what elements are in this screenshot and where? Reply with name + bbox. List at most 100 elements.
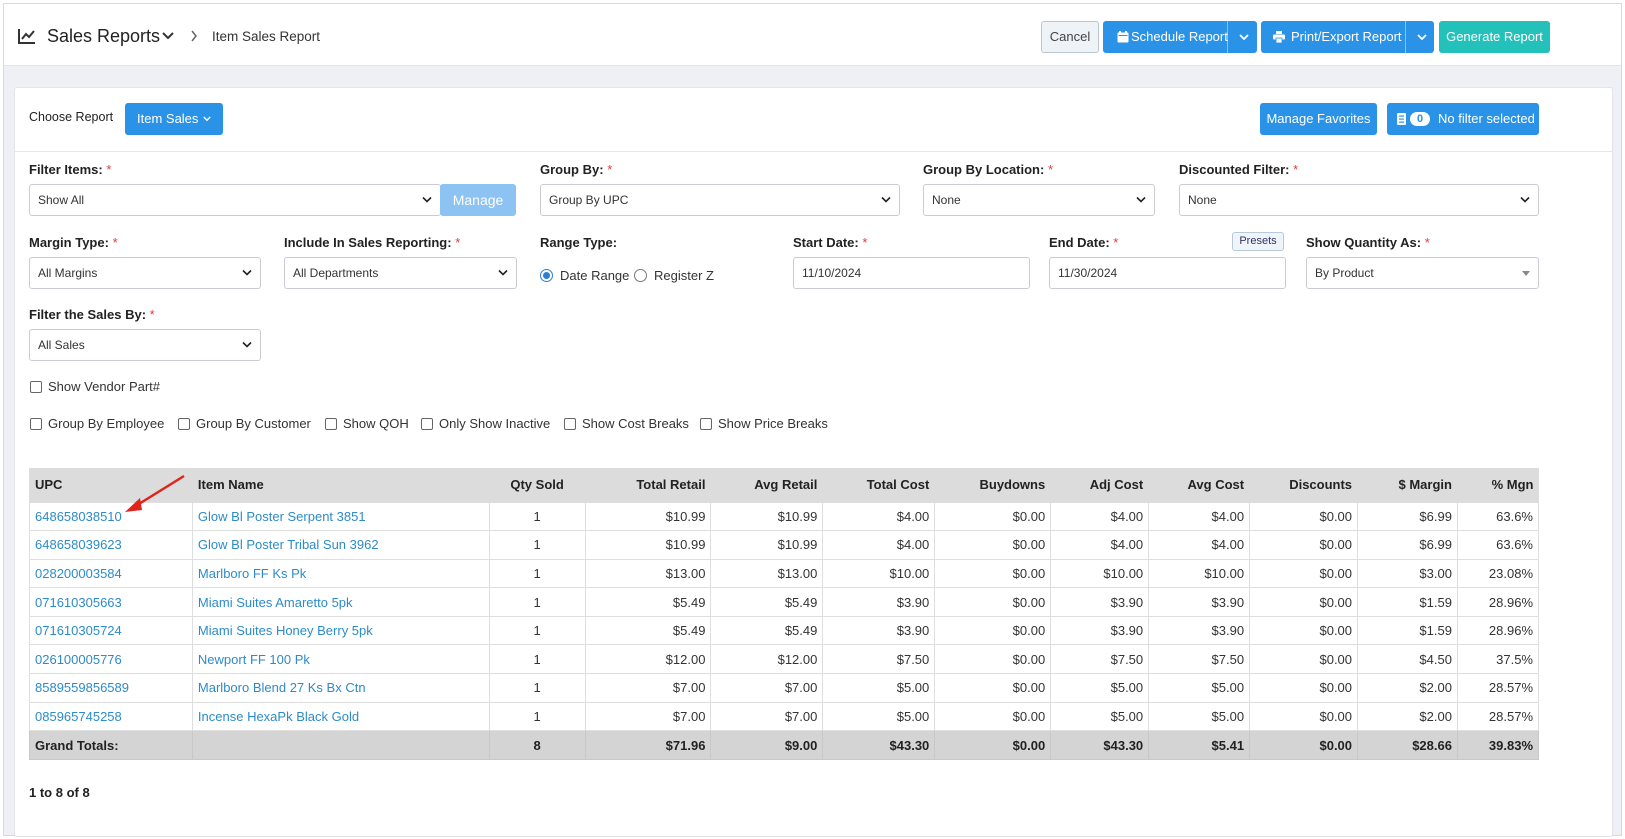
- column-header[interactable]: Avg Retail: [710, 468, 823, 502]
- group-by-select[interactable]: Group By UPC: [540, 184, 900, 216]
- upc-link[interactable]: 085965745258: [35, 709, 122, 724]
- range-type-label: Range Type:: [540, 235, 618, 250]
- filter-status-button[interactable]: 0 No filter selected: [1387, 103, 1539, 135]
- page-title[interactable]: Sales Reports: [47, 26, 160, 47]
- item-name-link[interactable]: Miami Suites Honey Berry 5pk: [198, 623, 373, 638]
- report-select-button[interactable]: Item Sales: [125, 103, 223, 135]
- column-header[interactable]: Qty Sold: [488, 468, 586, 502]
- vendor-part-label[interactable]: Show Vendor Part#: [48, 379, 160, 394]
- item-name-cell[interactable]: Glow Bl Poster Serpent 3851: [191, 501, 490, 532]
- only-inactive-checkbox[interactable]: [421, 418, 433, 430]
- table-cell: $0.00: [1249, 530, 1359, 560]
- chevron-down-icon[interactable]: [162, 31, 174, 41]
- filter-items-select[interactable]: Show All: [29, 184, 441, 216]
- print-export-button[interactable]: Print/Export Report: [1261, 21, 1434, 53]
- column-header[interactable]: Total Retail: [584, 468, 711, 502]
- table-cell: $10.99: [710, 501, 824, 532]
- only-inactive-label[interactable]: Only Show Inactive: [439, 416, 550, 431]
- upc-link[interactable]: 071610305724: [35, 623, 122, 638]
- presets-button[interactable]: Presets: [1232, 232, 1284, 251]
- show-quantity-select[interactable]: By Product: [1306, 257, 1539, 289]
- register-z-label[interactable]: Register Z: [654, 268, 714, 283]
- end-date-input[interactable]: 11/30/2024: [1049, 257, 1286, 289]
- group-by-location-select[interactable]: None: [923, 184, 1155, 216]
- upc-link[interactable]: 028200003584: [35, 566, 122, 581]
- group-by-employee-label[interactable]: Group By Employee: [48, 416, 164, 431]
- table-row[interactable]: 648658039623 Glow Bl Poster Tribal Sun 39…: [29, 530, 1540, 560]
- item-name-cell[interactable]: Glow Bl Poster Tribal Sun 3962: [191, 530, 490, 560]
- cost-breaks-checkbox[interactable]: [564, 418, 576, 430]
- totals-cell: Grand Totals:: [29, 730, 193, 760]
- item-name-link[interactable]: Glow Bl Poster Tribal Sun 3962: [198, 537, 379, 552]
- item-name-cell[interactable]: Miami Suites Honey Berry 5pk: [191, 615, 490, 646]
- group-by-customer-label[interactable]: Group By Customer: [196, 416, 311, 431]
- group-by-customer-checkbox[interactable]: [178, 418, 190, 430]
- date-range-label[interactable]: Date Range: [560, 268, 629, 283]
- table-cell: $12.00: [584, 644, 712, 675]
- cost-breaks-label[interactable]: Show Cost Breaks: [582, 416, 689, 431]
- group-by-employee-checkbox[interactable]: [30, 418, 42, 430]
- schedule-report-button[interactable]: Schedule Report: [1103, 21, 1257, 53]
- upc-link[interactable]: 648658038510: [35, 509, 122, 524]
- upc-cell[interactable]: 8589559856589: [29, 673, 193, 703]
- upc-link[interactable]: 648658039623: [35, 537, 122, 552]
- column-header[interactable]: Buydowns: [934, 468, 1051, 502]
- upc-cell[interactable]: 085965745258: [29, 701, 193, 732]
- breadcrumb-current: Item Sales Report: [212, 29, 321, 44]
- table-row[interactable]: 085965745258 Incense HexaPk Black Gold 1 $7…: [29, 701, 1540, 732]
- table-row[interactable]: 8589559856589 Marlboro Blend 27 Ks Bx Ctn…: [29, 673, 1540, 703]
- register-z-radio[interactable]: [634, 269, 647, 282]
- upc-link[interactable]: 071610305663: [35, 595, 122, 610]
- column-header[interactable]: % Mgn: [1456, 468, 1539, 502]
- item-name-cell[interactable]: Newport FF 100 Pk: [191, 644, 490, 675]
- upc-link[interactable]: 8589559856589: [35, 680, 129, 695]
- discounted-filter-select[interactable]: None: [1179, 184, 1539, 216]
- item-name-link[interactable]: Newport FF 100 Pk: [198, 652, 310, 667]
- table-row[interactable]: 028200003584 Marlboro FF Ks Pk 1 $13.00 $13.…: [29, 558, 1540, 589]
- upc-cell[interactable]: 028200003584: [29, 558, 193, 589]
- upc-link[interactable]: 026100005776: [35, 652, 122, 667]
- upc-cell[interactable]: 071610305724: [29, 615, 193, 646]
- manage-favorites-button[interactable]: Manage Favorites: [1260, 103, 1377, 135]
- upc-cell[interactable]: 071610305663: [29, 587, 193, 617]
- vendor-part-checkbox[interactable]: [30, 381, 42, 393]
- item-name-link[interactable]: Incense HexaPk Black Gold: [198, 709, 359, 724]
- start-date-input[interactable]: 11/10/2024: [793, 257, 1030, 289]
- item-name-link[interactable]: Miami Suites Amaretto 5pk: [198, 595, 353, 610]
- include-in-sales-select[interactable]: All Departments: [284, 257, 517, 289]
- column-header[interactable]: Total Cost: [822, 468, 935, 502]
- item-name-cell[interactable]: Incense HexaPk Black Gold: [191, 701, 490, 732]
- table-row[interactable]: 071610305663 Miami Suites Amaretto 5pk 1 $5…: [29, 587, 1540, 617]
- column-header[interactable]: Discounts: [1249, 468, 1358, 502]
- margin-type-select[interactable]: All Margins: [29, 257, 261, 289]
- item-name-link[interactable]: Glow Bl Poster Serpent 3851: [198, 509, 366, 524]
- chevron-down-icon[interactable]: [1239, 34, 1249, 41]
- column-header[interactable]: Adj Cost: [1050, 468, 1149, 502]
- item-name-cell[interactable]: Marlboro Blend 27 Ks Bx Ctn: [191, 673, 490, 703]
- upc-cell[interactable]: 648658039623: [29, 530, 193, 560]
- price-breaks-checkbox[interactable]: [700, 418, 712, 430]
- item-name-link[interactable]: Marlboro FF Ks Pk: [198, 566, 306, 581]
- column-header[interactable]: $ Margin: [1357, 468, 1458, 502]
- table-row[interactable]: 026100005776 Newport FF 100 Pk 1 $12.00 $12.…: [29, 644, 1540, 675]
- upc-cell[interactable]: 026100005776: [29, 644, 193, 675]
- filter-sales-by-select[interactable]: All Sales: [29, 329, 261, 361]
- item-name-cell[interactable]: Marlboro FF Ks Pk: [191, 558, 490, 589]
- column-header[interactable]: Avg Cost: [1148, 468, 1250, 502]
- show-qoh-label[interactable]: Show QOH: [343, 416, 409, 431]
- table-row[interactable]: 648658038510 Glow Bl Poster Serpent 3851 1…: [29, 501, 1540, 532]
- report-card: Choose Report Item Sales Manage Favorite…: [14, 87, 1613, 837]
- price-breaks-label[interactable]: Show Price Breaks: [718, 416, 828, 431]
- table-cell: $7.00: [710, 701, 824, 732]
- table-cell: $5.49: [584, 587, 712, 617]
- chevron-down-icon[interactable]: [1417, 34, 1427, 41]
- table-row[interactable]: 071610305724 Miami Suites Honey Berry 5pk…: [29, 615, 1540, 646]
- manage-filter-button[interactable]: Manage: [440, 184, 516, 216]
- date-range-radio[interactable]: [540, 269, 553, 282]
- item-name-cell[interactable]: Miami Suites Amaretto 5pk: [191, 587, 490, 617]
- column-header[interactable]: Item Name: [191, 468, 490, 502]
- show-qoh-checkbox[interactable]: [325, 418, 337, 430]
- item-name-link[interactable]: Marlboro Blend 27 Ks Bx Ctn: [198, 680, 366, 695]
- generate-report-button[interactable]: Generate Report: [1439, 21, 1550, 53]
- cancel-button[interactable]: Cancel: [1041, 21, 1099, 53]
